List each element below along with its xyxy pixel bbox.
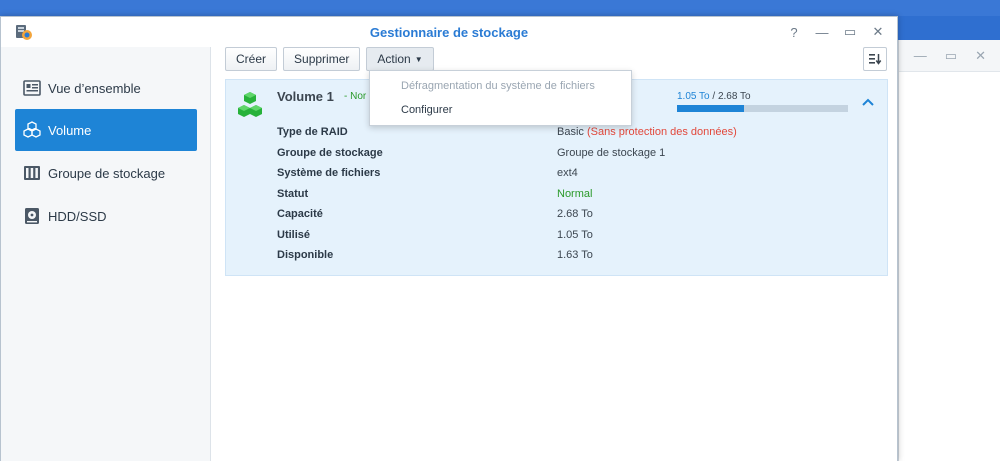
window-title: Gestionnaire de stockage: [369, 24, 529, 40]
sidebar-item-label: HDD/SSD: [48, 208, 107, 224]
detail-label: Système de fichiers: [277, 167, 381, 179]
help-icon[interactable]: ?: [785, 23, 803, 41]
total-amount: / 2.68 To: [709, 91, 751, 102]
detail-value: 1.05 To: [557, 228, 593, 241]
maximize-icon[interactable]: ▭: [945, 48, 957, 64]
sidebar: Vue d’ensemble Volume Groupe de stockage…: [1, 47, 211, 461]
detail-row-storage-pool: Groupe de stockage Groupe de stockage 1: [277, 147, 837, 167]
sidebar-item-label: Groupe de stockage: [48, 165, 166, 181]
toolbar: Créer Supprimer Action ▼: [225, 47, 434, 71]
sort-button[interactable]: [863, 47, 887, 71]
usage-text: 1.05 To / 2.68 To: [677, 91, 751, 102]
menu-item-configure[interactable]: Configurer: [401, 104, 452, 116]
storage-pool-icon: [22, 163, 42, 183]
caret-down-icon: ▼: [414, 54, 423, 64]
close-icon[interactable]: ✕: [869, 23, 887, 41]
detail-label: Groupe de stockage: [277, 146, 383, 159]
detail-row-raid-type: Type de RAID Basic (Sans protection des …: [277, 126, 837, 146]
close-icon[interactable]: ✕: [975, 48, 986, 64]
detail-value: Groupe de stockage 1: [557, 146, 666, 159]
detail-label: Disponible: [277, 249, 334, 261]
usage-bar-fill: [677, 105, 745, 112]
minimize-icon[interactable]: —: [914, 48, 927, 63]
sidebar-item-hdd-ssd[interactable]: HDD/SSD: [15, 195, 197, 237]
menu-item-defragment[interactable]: Défragmentation du système de fichiers: [401, 80, 595, 92]
delete-button[interactable]: Supprimer: [283, 47, 361, 71]
detail-label: Utilisé: [277, 228, 311, 241]
action-dropdown-menu: Défragmentation du système de fichiers C…: [369, 70, 632, 126]
hdd-icon: [22, 206, 42, 226]
storage-manager-app-icon: [16, 25, 32, 40]
background-window[interactable]: — ▭ ✕: [898, 40, 1000, 461]
volume-cubes-icon: [238, 92, 262, 117]
sidebar-item-storage-pool[interactable]: Groupe de stockage: [15, 152, 197, 194]
used-amount: 1.05 To: [677, 91, 710, 102]
detail-row-capacity: Capacité 2.68 To: [277, 208, 837, 228]
maximize-icon[interactable]: ▭: [841, 23, 859, 41]
volume-icon: [22, 120, 42, 140]
volume-status-inline: - Nor: [344, 91, 367, 102]
usage-bar: [677, 105, 848, 112]
sort-icon: [869, 54, 882, 65]
volume-name: Volume 1: [277, 89, 334, 104]
detail-row-status: Statut Normal: [277, 188, 837, 208]
status-value: Normal: [557, 187, 593, 200]
chevron-up-icon[interactable]: [861, 96, 875, 110]
detail-value: Basic (Sans protection des données): [557, 126, 737, 138]
sidebar-item-label: Volume: [48, 122, 92, 138]
detail-label: Statut: [277, 187, 309, 200]
detail-value: 1.63 To: [557, 249, 593, 261]
overview-icon: [22, 78, 42, 98]
action-button-label: Action: [377, 52, 411, 66]
sidebar-item-label: Vue d’ensemble: [48, 80, 141, 96]
raid-type-value: Basic: [557, 126, 587, 138]
detail-row-available: Disponible 1.63 To: [277, 249, 837, 269]
detail-label: Type de RAID: [277, 126, 348, 138]
raid-warning-note: (Sans protection des données): [586, 126, 737, 138]
background-window-titlebar[interactable]: — ▭ ✕: [899, 40, 1000, 72]
detail-value: ext4: [557, 167, 578, 179]
window-titlebar[interactable]: Gestionnaire de stockage ? — ▭ ✕: [1, 17, 897, 47]
window-controls: ? — ▭ ✕: [785, 23, 887, 41]
detail-row-used: Utilisé 1.05 To: [277, 229, 837, 249]
action-menu-button[interactable]: Action ▼: [366, 47, 434, 71]
detail-row-file-system: Système de fichiers ext4: [277, 167, 837, 187]
create-button[interactable]: Créer: [225, 47, 278, 71]
desktop-background: [0, 0, 1000, 16]
minimize-icon[interactable]: —: [813, 23, 831, 41]
sidebar-item-volume[interactable]: Volume: [15, 109, 197, 151]
detail-value: 2.68 To: [557, 208, 593, 220]
detail-label: Capacité: [277, 208, 323, 220]
sidebar-item-overview[interactable]: Vue d’ensemble: [15, 67, 197, 109]
